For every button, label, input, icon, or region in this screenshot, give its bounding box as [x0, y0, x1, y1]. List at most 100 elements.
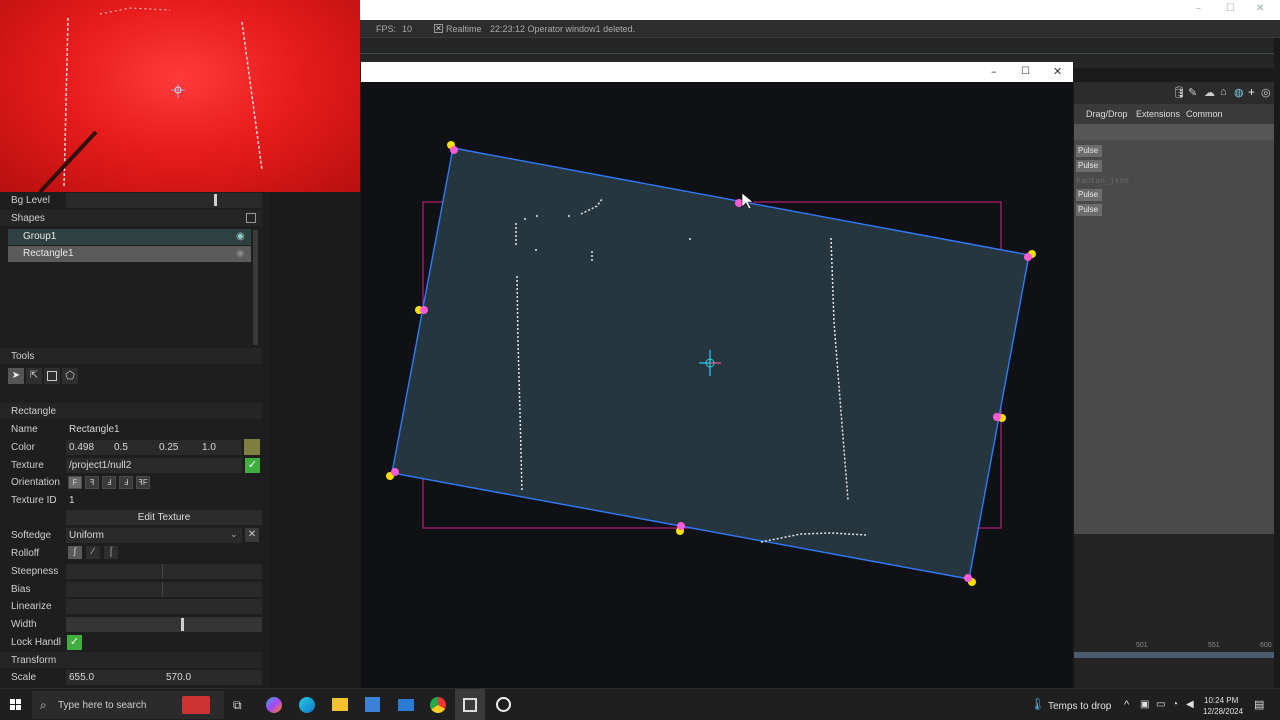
add-shape-icon[interactable] — [246, 213, 256, 223]
shapes-scrollbar[interactable] — [253, 230, 258, 345]
pulse-button[interactable]: Pulse — [1076, 145, 1102, 157]
store-icon[interactable] — [365, 697, 380, 712]
database-icon[interactable]: 🛢 — [1172, 86, 1186, 99]
bg-level-slider[interactable] — [66, 193, 262, 208]
select-arrow-icon[interactable]: ➤ — [8, 368, 24, 384]
handle-bottom-left[interactable] — [391, 468, 399, 476]
maximize-icon[interactable]: ☐ — [1226, 3, 1235, 14]
pulse-button[interactable]: Pulse — [1076, 189, 1102, 201]
windows-start-icon[interactable] — [10, 699, 22, 711]
color-r-field[interactable]: 0.498 — [69, 442, 94, 453]
chevron-up-icon[interactable]: ^ — [1124, 699, 1129, 711]
edge-browser-icon[interactable] — [299, 697, 315, 713]
taskbar-search-input[interactable]: ⌕ Type here to search — [32, 691, 224, 719]
edit-texture-button[interactable]: Edit Texture — [66, 510, 262, 525]
color-g-field[interactable]: 0.5 — [114, 442, 128, 453]
minimize-icon[interactable]: – — [991, 65, 997, 78]
bg-level-row: Bg Level — [0, 192, 262, 209]
texture-id-field[interactable]: 1 — [69, 495, 75, 506]
wifi-icon[interactable]: ◔ — [1172, 699, 1178, 710]
tab-drag-drop[interactable]: Drag/Drop — [1086, 109, 1128, 119]
orientation-mirror-button[interactable]: ꟻF — [136, 476, 150, 489]
tray-icon[interactable]: ▣ — [1140, 699, 1149, 710]
tag-icon[interactable]: ⌂ — [1220, 86, 1227, 98]
rolloff-smooth-icon[interactable]: ∫ — [68, 546, 82, 559]
globe-icon[interactable]: ◍ — [1234, 86, 1244, 99]
polygon-tool-icon[interactable]: ⬠ — [62, 368, 78, 384]
tab-common[interactable]: Common — [1186, 109, 1223, 119]
pencil-icon[interactable]: ✎ — [1188, 86, 1197, 99]
visibility-eye-icon[interactable]: ◉ — [236, 231, 245, 242]
color-a-field[interactable]: 1.0 — [202, 442, 216, 453]
handle-left-mid[interactable] — [420, 306, 428, 314]
thermometer-icon[interactable]: 🌡 — [1030, 697, 1045, 711]
color-b-field[interactable]: 0.25 — [159, 442, 178, 453]
battery-icon[interactable]: ▭ — [1156, 699, 1165, 710]
right-edge-scrollbar[interactable] — [1274, 38, 1280, 688]
close-icon[interactable]: ✕ — [1256, 3, 1264, 14]
plus-icon[interactable]: + — [1248, 85, 1255, 99]
orientation-flip-h-button[interactable]: ꟻ — [85, 476, 99, 489]
handle-bottom-right[interactable] — [964, 574, 972, 582]
steepness-slider[interactable] — [66, 564, 262, 579]
chevron-down-icon[interactable]: ⌄ — [230, 529, 238, 540]
tab-extensions[interactable]: Extensions — [1136, 109, 1180, 119]
texture-check-icon[interactable]: ✓ — [245, 458, 260, 473]
target-icon[interactable]: ◎ — [1261, 86, 1271, 99]
weather-text[interactable]: Temps to drop — [1048, 701, 1111, 712]
rolloff-ease-icon[interactable]: ⌠ — [104, 546, 118, 559]
visibility-eye-icon[interactable]: ◉ — [236, 248, 245, 259]
direct-select-icon[interactable]: ⇱ — [26, 368, 42, 384]
obs-icon[interactable] — [496, 697, 511, 712]
shape-item-group1[interactable]: Group1 ◉ — [8, 229, 251, 245]
palette-tabs: Drag/Drop Extensions Common — [1074, 104, 1274, 124]
file-explorer-icon[interactable] — [332, 698, 348, 711]
scale-y-field[interactable]: 570.0 — [166, 672, 191, 683]
softedge-dropdown[interactable]: Uniform ⌄ — [66, 528, 242, 543]
width-slider[interactable] — [66, 617, 262, 632]
handle-right-mid[interactable] — [993, 413, 1001, 421]
tools-toolbar: ➤ ⇱ ⬠ — [8, 368, 88, 384]
width-slider-handle[interactable] — [181, 618, 184, 631]
orientation-rotate-button[interactable]: Ⅎ — [119, 476, 133, 489]
color-swatch[interactable] — [244, 439, 260, 455]
chrome-icon[interactable] — [430, 697, 446, 713]
handle-bottom-mid[interactable] — [677, 522, 685, 530]
palette-header — [1074, 124, 1274, 140]
pulse-button[interactable]: Pulse — [1076, 204, 1102, 216]
scale-x-field[interactable]: 655.0 — [69, 672, 94, 683]
copilot-icon[interactable] — [266, 697, 282, 713]
realtime-checkbox[interactable]: ✕ — [434, 24, 443, 33]
mail-icon[interactable] — [398, 699, 414, 711]
texture-field[interactable]: /project1/null2 — [69, 460, 131, 471]
notification-icon[interactable]: ▤ — [1254, 698, 1264, 711]
bias-slider[interactable] — [66, 582, 262, 597]
pulse-button[interactable]: Pulse — [1076, 160, 1102, 172]
lock-handles-checkbox[interactable]: ✓ — [67, 635, 82, 650]
timeline-range-bar[interactable] — [1074, 652, 1274, 658]
name-field[interactable]: Rectangle1 — [69, 424, 120, 435]
orientation-flip-v-button[interactable]: Ⅎ — [102, 476, 116, 489]
maximize-icon[interactable]: ☐ — [1021, 66, 1030, 77]
volume-icon[interactable]: ◀ — [1186, 699, 1194, 710]
bg-level-slider-handle[interactable] — [214, 194, 217, 206]
minimize-icon[interactable]: – — [1196, 3, 1201, 14]
task-view-icon[interactable]: ⧉ — [233, 698, 247, 712]
handle-top-right[interactable] — [1024, 253, 1032, 261]
mapping-canvas[interactable] — [361, 82, 1073, 688]
shape-item-rectangle1[interactable]: Rectangle1 ◉ — [8, 246, 251, 262]
rectangle-tool-icon[interactable] — [44, 368, 60, 384]
camera-preview — [0, 0, 360, 192]
cloud-icon[interactable]: ☁ — [1204, 86, 1215, 99]
softedge-clear-icon[interactable]: ✕ — [245, 528, 259, 542]
linearize-slider[interactable] — [66, 599, 262, 614]
touchdesigner-icon[interactable] — [463, 698, 477, 712]
clock-time[interactable]: 10:24 PM — [1204, 696, 1238, 705]
close-icon[interactable]: ✕ — [1053, 65, 1062, 78]
linearize-row: Linearize — [0, 598, 262, 615]
orientation-normal-button[interactable]: F — [68, 476, 82, 489]
clock-date[interactable]: 12/28/2024 — [1203, 707, 1243, 716]
texture-id-row: Texture ID 1 — [0, 492, 262, 509]
handle-top-left[interactable] — [450, 146, 458, 154]
rolloff-linear-icon[interactable]: ∕ — [86, 546, 100, 559]
